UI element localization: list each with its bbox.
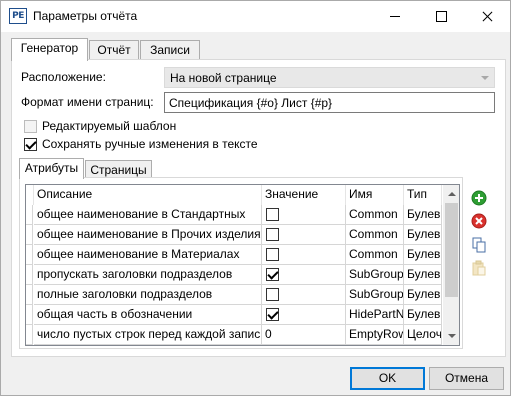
table-row[interactable]: общее наименование в Стандартных Common … [26,205,442,225]
column-header-name[interactable]: Имя [346,185,404,205]
value-checkbox[interactable] [266,308,279,321]
row-type[interactable]: Булевый [404,225,442,245]
table-row[interactable]: пропускать заголовки подразделов SubGrou… [26,265,442,285]
value-checkbox[interactable] [266,228,279,241]
row-type[interactable]: Целочисленный [404,325,442,345]
row-value-text[interactable]: 0 [262,325,346,345]
add-icon [471,190,487,206]
row-value[interactable] [262,285,346,305]
table-row[interactable]: общая часть в обозначении HidePartN Буле… [26,305,442,325]
row-name[interactable]: EmptyRow [346,325,404,345]
row-description[interactable]: общее наименование в Прочих изделиях [34,225,262,245]
row-value[interactable] [262,305,346,325]
editable-template-label: Редактируемый шаблон [42,119,177,133]
row-name[interactable]: Common [346,245,404,265]
row-type[interactable]: Булевый [404,205,442,225]
table-row[interactable]: полные заголовки подразделов SubGroup Бу… [26,285,442,305]
row-header [26,225,33,245]
row-name[interactable]: HidePartN [346,305,404,325]
delete-icon [471,213,487,229]
row-name[interactable]: SubGroup [346,265,404,285]
paste-button[interactable] [470,259,488,277]
delete-button[interactable] [470,212,488,230]
row-description[interactable]: общая часть в обозначении [34,305,262,325]
value-checkbox[interactable] [266,208,279,221]
row-value[interactable] [262,225,346,245]
row-description[interactable]: общее наименование в Материалах [34,245,262,265]
tab-attributes[interactable]: Атрибуты [19,158,84,179]
keep-manual-changes-label: Сохранять ручные изменения в тексте [42,137,258,151]
app-icon: PE [9,8,27,24]
keep-manual-changes-checkbox[interactable] [24,138,37,151]
row-header [26,325,33,345]
maximize-button[interactable] [418,1,464,32]
row-type[interactable]: Булевый [404,285,442,305]
row-value[interactable] [262,265,346,285]
row-value[interactable] [262,245,346,265]
ok-button[interactable]: OK [350,367,425,390]
column-header-value[interactable]: Значение [262,185,346,205]
close-button[interactable] [464,1,510,32]
value-checkbox[interactable] [266,248,279,261]
row-description[interactable]: общее наименование в Стандартных [34,205,262,225]
tab-generator[interactable]: Генератор [11,38,88,61]
attributes-grid[interactable]: Описание Значение Имя Тип общее наименов… [25,184,460,346]
column-header-type[interactable]: Тип [404,185,442,205]
page-name-format-label: Формат имени страниц: [21,95,154,109]
row-description[interactable]: полные заголовки подразделов [34,285,262,305]
tab-report[interactable]: Отчёт [89,40,139,61]
window-title: Параметры отчёта [33,9,138,23]
value-checkbox[interactable] [266,288,279,301]
row-header [26,285,33,305]
minimize-button[interactable] [372,1,418,32]
row-header [26,265,33,285]
copy-icon [472,237,486,253]
value-checkbox[interactable] [266,268,279,281]
page-name-format-input[interactable]: Спецификация {#о} Лист {#р} [164,92,495,113]
paste-icon [472,260,486,276]
scroll-thumb[interactable] [445,203,458,297]
scroll-up-button[interactable] [443,185,459,202]
row-name[interactable]: Common [346,225,404,245]
row-description[interactable]: число пустых строк перед каждой записью [34,325,262,345]
column-header-description[interactable]: Описание [34,185,262,205]
tab-records[interactable]: Записи [140,40,200,61]
copy-button[interactable] [470,236,488,254]
table-row[interactable]: общее наименование в Материалах Common Б… [26,245,442,265]
table-row[interactable]: число пустых строк перед каждой записью … [26,325,442,345]
vertical-scrollbar[interactable] [443,185,459,345]
cancel-button[interactable]: Отмена [429,367,504,390]
row-header [26,245,33,265]
scroll-down-button[interactable] [443,328,459,345]
row-type[interactable]: Булевый [404,245,442,265]
row-type[interactable]: Булевый [404,305,442,325]
report-settings-dialog: PE Параметры отчёта Генератор Отчёт Запи… [0,0,511,396]
page-name-format-value: Спецификация {#о} Лист {#р} [169,96,333,110]
location-select[interactable]: На новой странице [164,67,495,88]
add-button[interactable] [470,189,488,207]
row-name[interactable]: SubGroup [346,285,404,305]
row-header [26,305,33,325]
row-name[interactable]: Common [346,205,404,225]
row-value[interactable] [262,205,346,225]
location-label: Расположение: [21,70,106,84]
table-row[interactable]: общее наименование в Прочих изделиях Com… [26,225,442,245]
chevron-down-icon [481,76,489,80]
row-type[interactable]: Булевый [404,265,442,285]
row-header [26,205,33,225]
editable-template-checkbox[interactable] [24,120,37,133]
row-header-corner [26,185,34,205]
title-bar[interactable]: PE Параметры отчёта [1,1,510,32]
row-description[interactable]: пропускать заголовки подразделов [34,265,262,285]
location-select-value: На новой странице [170,71,277,85]
